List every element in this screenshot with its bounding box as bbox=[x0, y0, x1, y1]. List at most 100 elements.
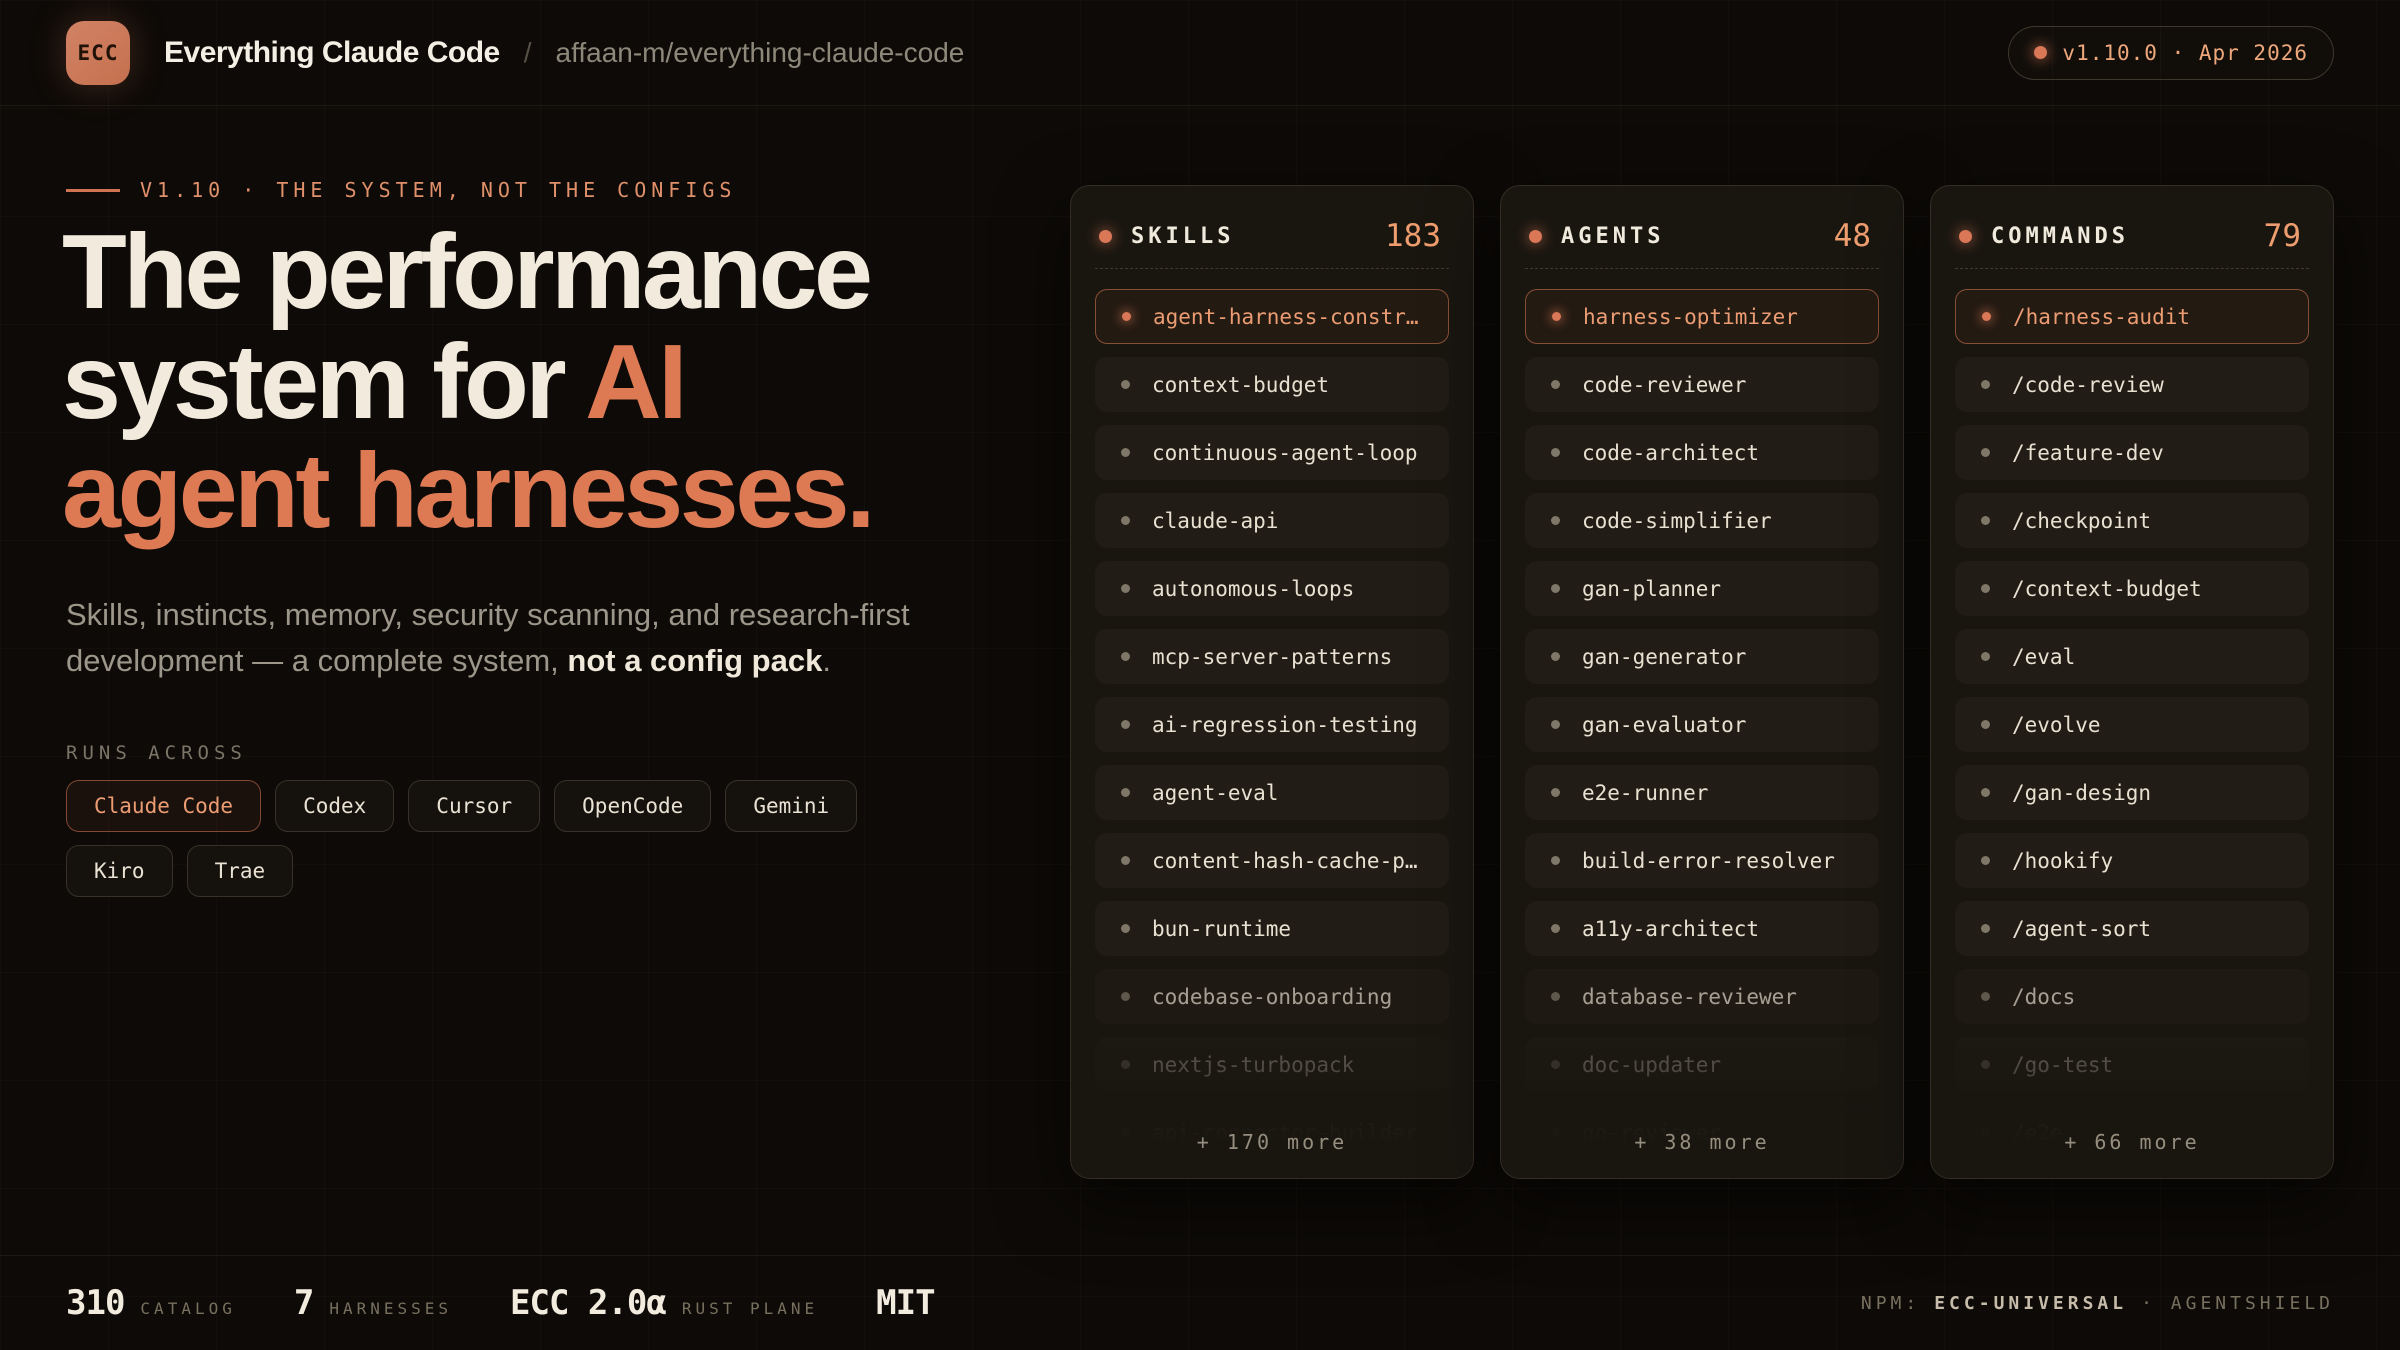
list-item[interactable]: harness-optimizer bbox=[1525, 289, 1879, 344]
hero-heading-accent: AI bbox=[585, 323, 684, 441]
card-title: COMMANDS bbox=[1991, 224, 2129, 249]
stat-label: HARNESSES bbox=[329, 1299, 452, 1318]
list-item[interactable]: /go-test bbox=[1955, 1037, 2309, 1092]
list-item[interactable]: build-error-resolver bbox=[1525, 833, 1879, 888]
hero-heading-line: agent harnesses. bbox=[62, 437, 1022, 547]
eyebrow-dash-icon bbox=[66, 189, 120, 192]
item-dot-icon bbox=[1121, 856, 1130, 865]
item-label: ai-regression-testing bbox=[1152, 713, 1418, 737]
item-label: /eval bbox=[2012, 645, 2075, 669]
harness-chip-kiro[interactable]: Kiro bbox=[66, 845, 173, 897]
runs-across-label: RUNS ACROSS bbox=[66, 742, 247, 764]
list-item[interactable]: codebase-onboarding bbox=[1095, 969, 1449, 1024]
list-item[interactable]: a11y-architect bbox=[1525, 901, 1879, 956]
version-text: v1.10.0 · Apr 2026 bbox=[2062, 41, 2308, 65]
show-more-label[interactable]: + 66 more bbox=[1931, 1130, 2333, 1154]
item-dot-icon bbox=[1981, 448, 1990, 457]
version-badge: v1.10.0 · Apr 2026 bbox=[2008, 26, 2334, 80]
npm-package-link[interactable]: ECC-UNIVERSAL bbox=[1934, 1293, 2127, 1314]
item-label: nextjs-turbopack bbox=[1152, 1053, 1354, 1077]
item-label: bun-runtime bbox=[1152, 917, 1291, 941]
list-item[interactable]: /agent-sort bbox=[1955, 901, 2309, 956]
item-label: code-architect bbox=[1582, 441, 1759, 465]
footer-stat: MIT bbox=[876, 1283, 934, 1323]
list-item[interactable]: bun-runtime bbox=[1095, 901, 1449, 956]
list-item[interactable]: claude-api bbox=[1095, 493, 1449, 548]
item-dot-icon bbox=[1981, 924, 1990, 933]
harness-chip-opencode[interactable]: OpenCode bbox=[554, 780, 711, 832]
item-dot-icon bbox=[1981, 1060, 1990, 1069]
hero-heading: The performancesystem for AIagent harnes… bbox=[62, 218, 1022, 547]
list-item[interactable]: gan-generator bbox=[1525, 629, 1879, 684]
item-label: agent-eval bbox=[1152, 781, 1278, 805]
list-item[interactable]: agent-harness-constr… bbox=[1095, 289, 1449, 344]
harness-chip-cursor[interactable]: Cursor bbox=[408, 780, 540, 832]
show-more-label[interactable]: + 38 more bbox=[1501, 1130, 1903, 1154]
item-label: /evolve bbox=[2012, 713, 2101, 737]
list-item[interactable]: agent-eval bbox=[1095, 765, 1449, 820]
npm-suffix: · AGENTSHIELD bbox=[2141, 1293, 2334, 1314]
item-dot-icon bbox=[1551, 924, 1560, 933]
list-item[interactable]: mcp-server-patterns bbox=[1095, 629, 1449, 684]
list-item[interactable]: doc-updater bbox=[1525, 1037, 1879, 1092]
harness-chip-gemini[interactable]: Gemini bbox=[725, 780, 857, 832]
status-dot-icon bbox=[2034, 46, 2047, 59]
list-item[interactable]: content-hash-cache-p… bbox=[1095, 833, 1449, 888]
item-dot-icon bbox=[1551, 380, 1560, 389]
item-dot-icon bbox=[1121, 516, 1130, 525]
harness-chip-trae[interactable]: Trae bbox=[187, 845, 294, 897]
breadcrumb-separator: / bbox=[524, 37, 532, 69]
list-item[interactable]: nextjs-turbopack bbox=[1095, 1037, 1449, 1092]
list-item[interactable]: /gan-design bbox=[1955, 765, 2309, 820]
list-item[interactable]: e2e-runner bbox=[1525, 765, 1879, 820]
card-header: COMMANDS79 bbox=[1955, 222, 2309, 250]
item-dot-icon bbox=[1551, 992, 1560, 1001]
list-item[interactable]: /evolve bbox=[1955, 697, 2309, 752]
list-item[interactable]: /hookify bbox=[1955, 833, 2309, 888]
item-dot-icon bbox=[1551, 448, 1560, 457]
footer: 310CATALOG7HARNESSESECC 2.0αRUST PLANEMI… bbox=[0, 1255, 2400, 1350]
list-item[interactable]: code-architect bbox=[1525, 425, 1879, 480]
list-item[interactable]: /eval bbox=[1955, 629, 2309, 684]
item-label: /gan-design bbox=[2012, 781, 2151, 805]
item-dot-icon bbox=[1122, 312, 1131, 321]
list-item[interactable]: code-reviewer bbox=[1525, 357, 1879, 412]
list-item[interactable]: gan-evaluator bbox=[1525, 697, 1879, 752]
stat-value: ECC 2.0α bbox=[510, 1283, 666, 1323]
hero-heading-line: The performance bbox=[62, 218, 1022, 328]
app-logo[interactable]: ECC bbox=[66, 21, 130, 85]
breadcrumb-repo-link[interactable]: affaan-m/everything-claude-code bbox=[556, 37, 965, 69]
list-item[interactable]: code-simplifier bbox=[1525, 493, 1879, 548]
list-item[interactable]: continuous-agent-loop bbox=[1095, 425, 1449, 480]
item-label: context-budget bbox=[1152, 373, 1329, 397]
card-dot-icon bbox=[1529, 230, 1542, 243]
list-item[interactable]: ai-regression-testing bbox=[1095, 697, 1449, 752]
item-dot-icon bbox=[1981, 788, 1990, 797]
item-label: /code-review bbox=[2012, 373, 2164, 397]
list-item[interactable]: /feature-dev bbox=[1955, 425, 2309, 480]
harness-chip-claude-code[interactable]: Claude Code bbox=[66, 780, 261, 832]
list-item[interactable]: /docs bbox=[1955, 969, 2309, 1024]
list-item[interactable]: /context-budget bbox=[1955, 561, 2309, 616]
hero-heading-accent: agent harnesses. bbox=[62, 432, 872, 550]
list-item[interactable]: /code-review bbox=[1955, 357, 2309, 412]
footer-stat: ECC 2.0αRUST PLANE bbox=[510, 1283, 818, 1323]
harness-chip-codex[interactable]: Codex bbox=[275, 780, 394, 832]
hero-heading-line: system for AI bbox=[62, 328, 1022, 438]
list-item[interactable]: autonomous-loops bbox=[1095, 561, 1449, 616]
item-label: claude-api bbox=[1152, 509, 1278, 533]
list-item[interactable]: /checkpoint bbox=[1955, 493, 2309, 548]
item-label: autonomous-loops bbox=[1152, 577, 1354, 601]
item-label: /go-test bbox=[2012, 1053, 2113, 1077]
card-dot-icon bbox=[1099, 230, 1112, 243]
item-dot-icon bbox=[1981, 720, 1990, 729]
list-item[interactable]: gan-planner bbox=[1525, 561, 1879, 616]
footer-stats: 310CATALOG7HARNESSESECC 2.0αRUST PLANEMI… bbox=[66, 1283, 993, 1323]
show-more-label[interactable]: + 170 more bbox=[1071, 1130, 1473, 1154]
list-item[interactable]: database-reviewer bbox=[1525, 969, 1879, 1024]
item-label: codebase-onboarding bbox=[1152, 985, 1392, 1009]
item-dot-icon bbox=[1981, 584, 1990, 593]
footer-npm: NPM: ECC-UNIVERSAL · AGENTSHIELD bbox=[1861, 1293, 2334, 1314]
list-item[interactable]: /harness-audit bbox=[1955, 289, 2309, 344]
list-item[interactable]: context-budget bbox=[1095, 357, 1449, 412]
